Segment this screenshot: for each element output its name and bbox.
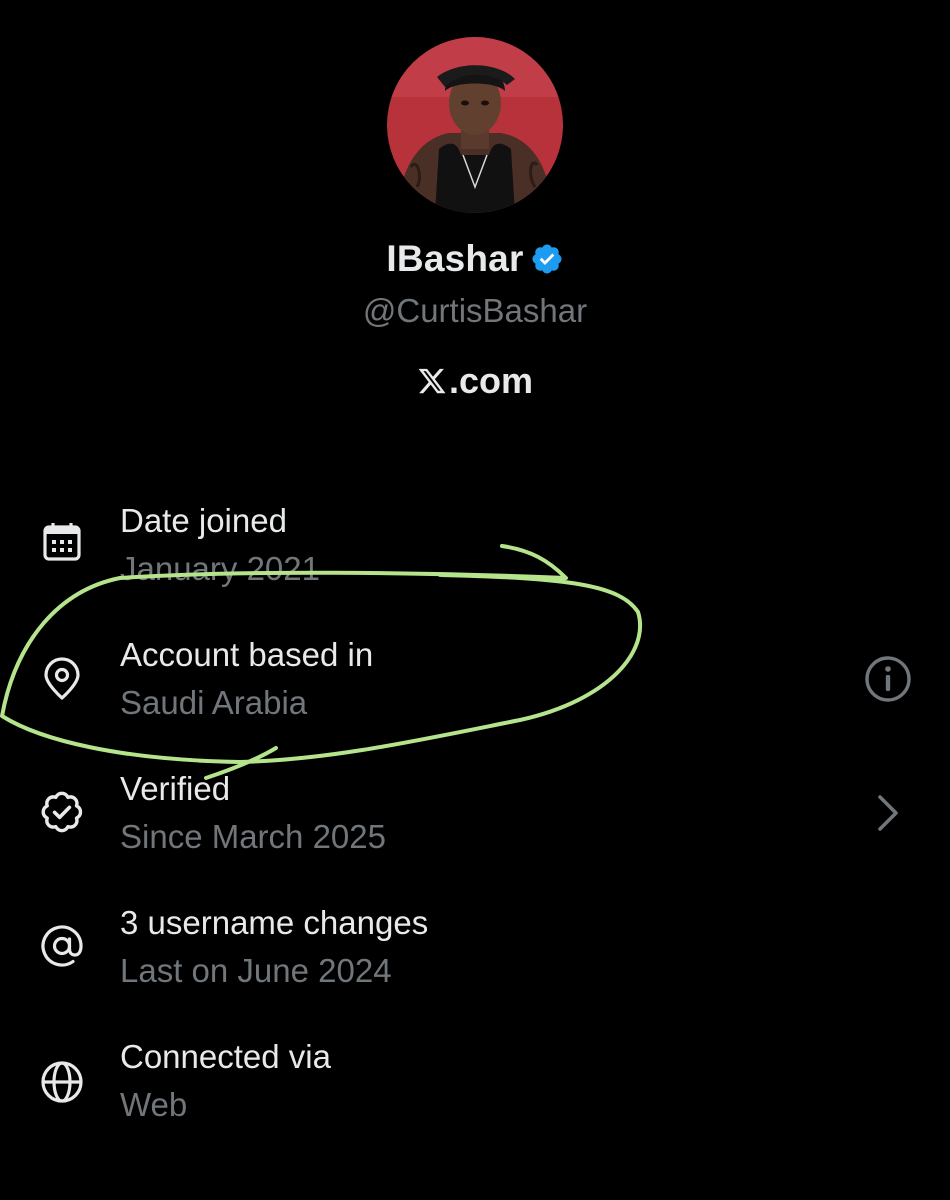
site-label: .com [0, 360, 950, 402]
avatar[interactable] [387, 37, 563, 213]
detail-label: Account based in [120, 636, 374, 673]
detail-label: 3 username changes [120, 904, 429, 941]
detail-value: Saudi Arabia [120, 684, 308, 721]
info-icon[interactable] [862, 653, 914, 705]
verified-outline-icon [41, 791, 83, 833]
detail-label: Connected via [120, 1038, 331, 1075]
detail-row-username-changes: 3 username changes Last on June 2024 [0, 902, 950, 1012]
location-pin-icon [44, 657, 80, 700]
verified-badge-icon [532, 244, 562, 274]
display-name-row: IBashar [0, 238, 950, 280]
globe-icon [41, 1061, 83, 1103]
x-logo-icon [418, 368, 446, 394]
detail-value: January 2021 [120, 550, 320, 587]
detail-value: Last on June 2024 [120, 952, 392, 989]
chevron-right-icon[interactable] [862, 787, 914, 839]
detail-row-account-based-in: Account based in Saudi Arabia [0, 634, 950, 744]
at-sign-icon [41, 925, 83, 967]
display-name: IBashar [386, 238, 524, 279]
detail-row-date-joined: Date joined January 2021 [0, 500, 950, 610]
detail-row-connected-via: Connected via Web [0, 1036, 950, 1146]
detail-row-verified[interactable]: Verified Since March 2025 [0, 768, 950, 878]
calendar-icon [43, 523, 81, 561]
username-handle: @CurtisBashar [362, 292, 588, 329]
detail-value: Since March 2025 [120, 818, 386, 855]
detail-label: Date joined [120, 502, 287, 539]
site-text: .com [448, 360, 534, 401]
detail-label: Verified [120, 770, 231, 807]
detail-value: Web [120, 1086, 188, 1123]
